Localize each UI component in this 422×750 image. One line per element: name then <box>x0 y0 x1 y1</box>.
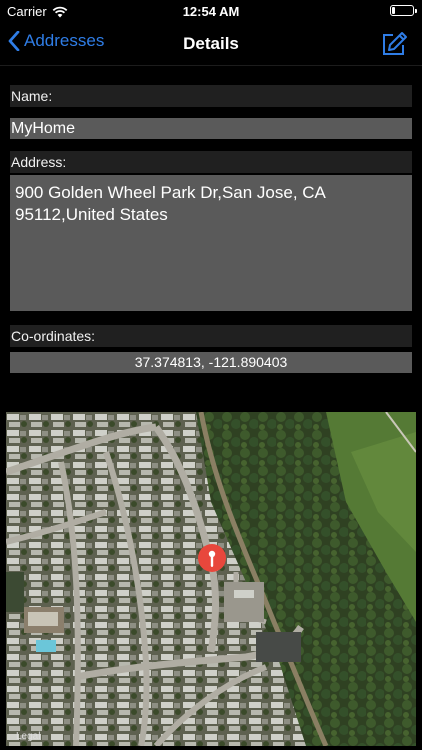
battery-level <box>392 7 395 14</box>
compose-icon[interactable] <box>380 30 408 58</box>
battery-icon <box>390 5 417 16</box>
address-field[interactable]: 900 Golden Wheel Park Dr,San Jose, CA 95… <box>10 175 412 311</box>
coordinates-label: Co-ordinates: <box>10 325 412 347</box>
map-legal-link[interactable]: Legal <box>16 731 40 742</box>
address-label: Address: <box>10 151 412 173</box>
address-detail-form: Name: MyHome Address: 900 Golden Wheel P… <box>10 85 412 373</box>
satellite-map[interactable]: Legal <box>6 412 416 746</box>
navigation-bar: Addresses Details <box>0 22 422 66</box>
map-pin-icon[interactable] <box>198 544 226 584</box>
status-time: 12:54 AM <box>182 4 240 19</box>
status-bar: Carrier 12:54 AM <box>0 0 422 22</box>
name-field[interactable]: MyHome <box>10 118 412 139</box>
coordinates-field[interactable]: 37.374813, -121.890403 <box>10 352 412 373</box>
page-title: Details <box>183 34 239 53</box>
name-label: Name: <box>10 85 412 107</box>
